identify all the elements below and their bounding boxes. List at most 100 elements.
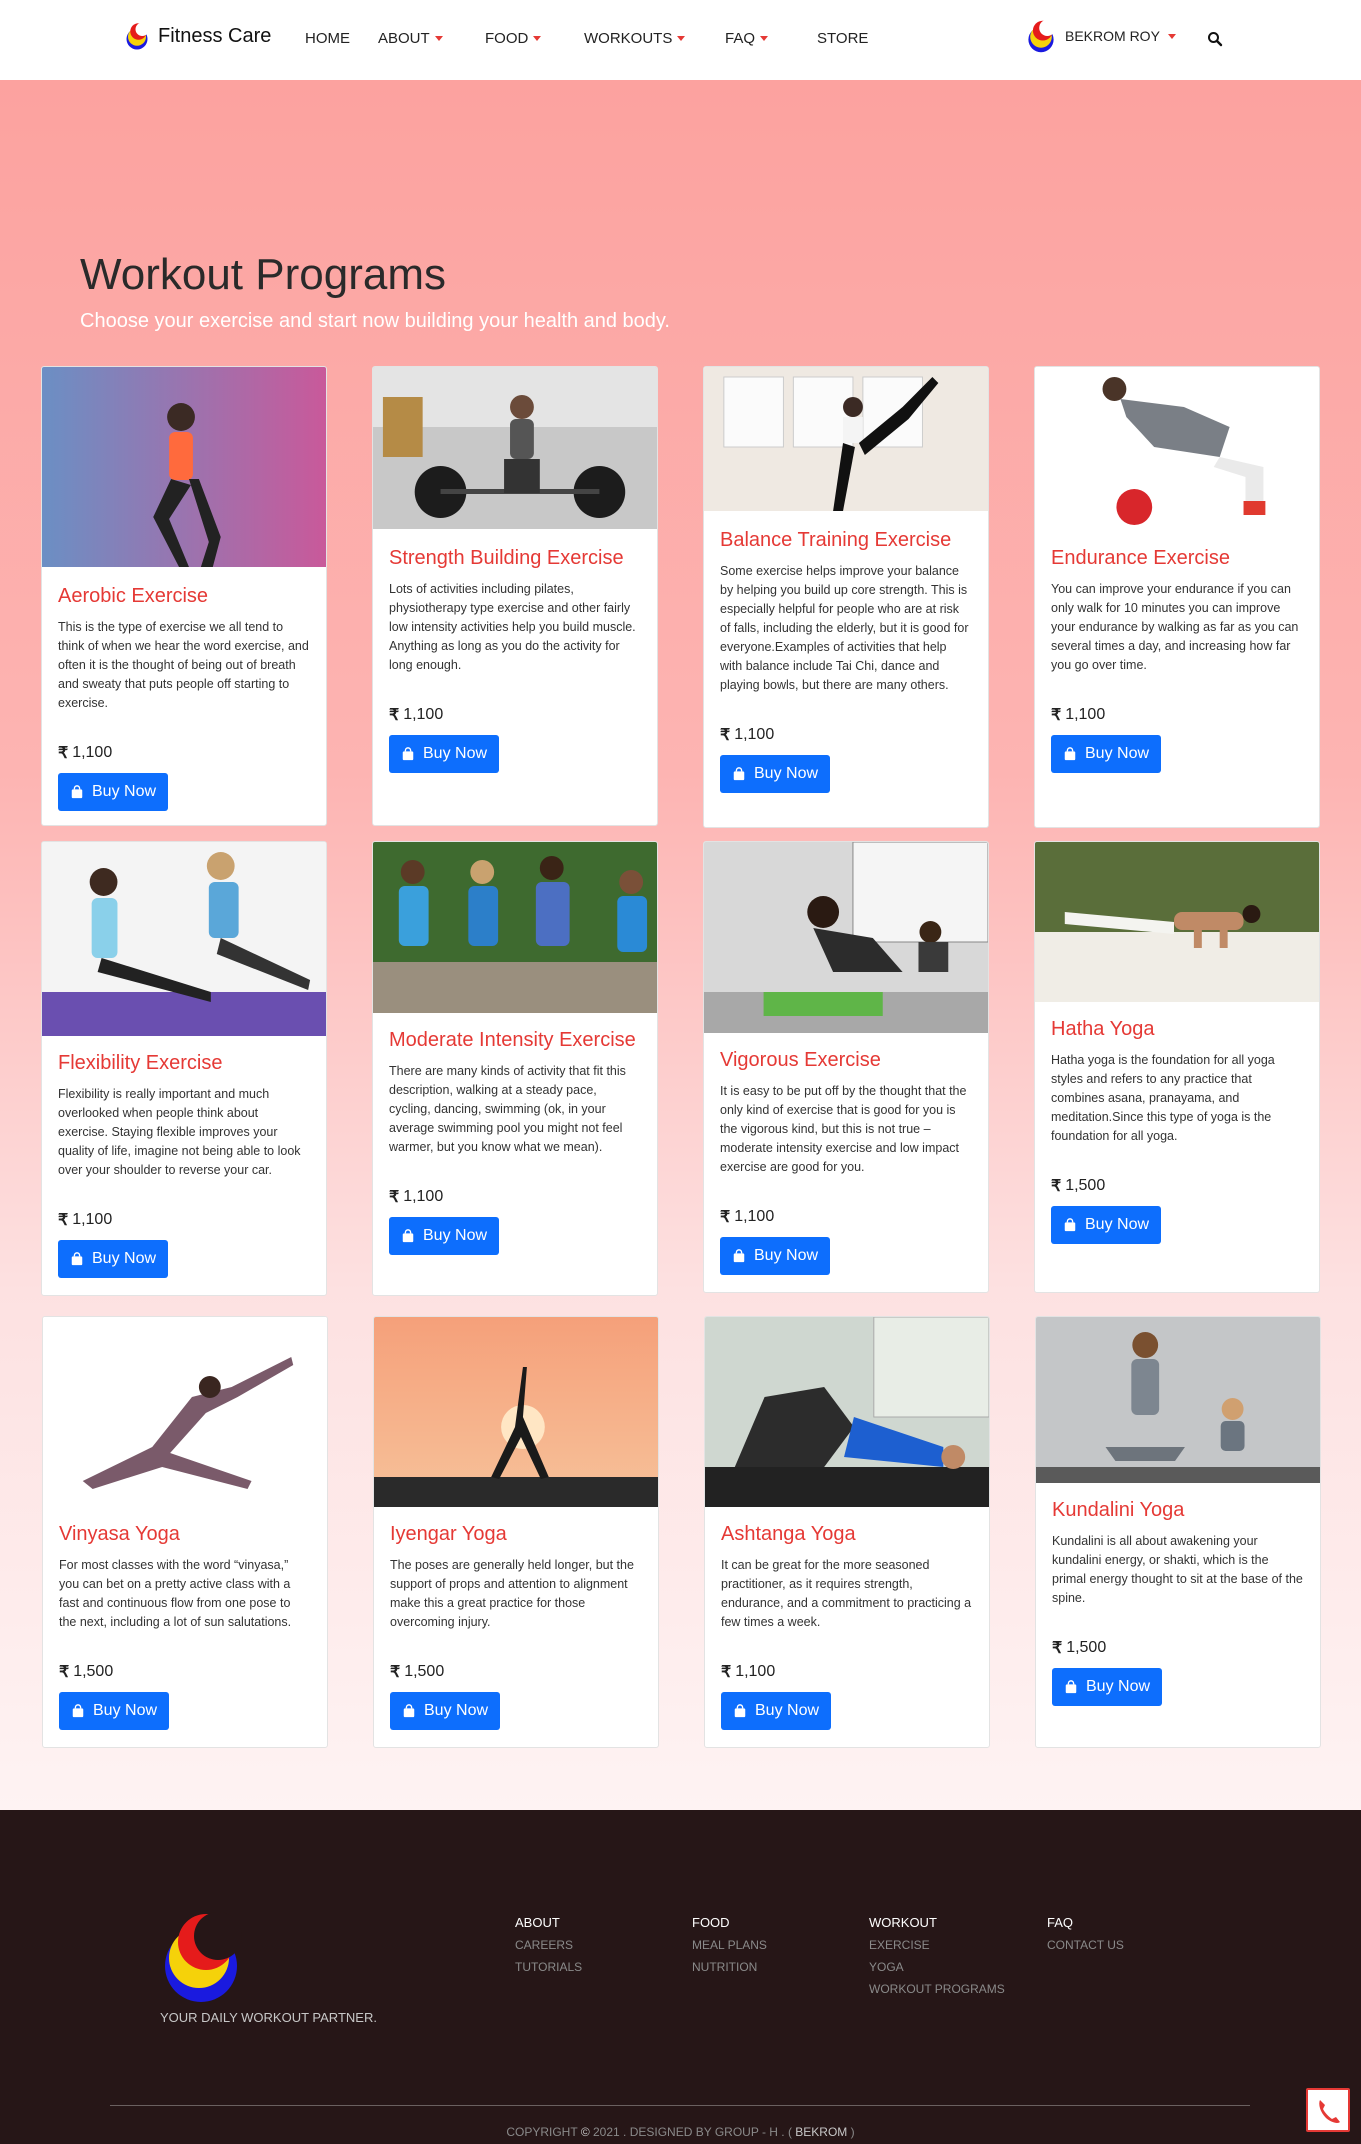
buy-now-button[interactable]: Buy Now xyxy=(1051,735,1162,773)
card-title: Vigorous Exercise xyxy=(720,1049,881,1071)
rupee-icon: ₹ xyxy=(1051,707,1062,724)
brand-name: Fitness Care xyxy=(158,24,272,47)
copyright-name[interactable]: BEKROM xyxy=(795,2125,847,2139)
shopping-bag-icon xyxy=(732,1249,746,1263)
phone-icon xyxy=(1319,2100,1340,2123)
footer-link-careers[interactable]: CAREERS xyxy=(515,1938,582,1952)
buy-now-button[interactable]: Buy Now xyxy=(389,1217,500,1255)
shopping-bag-icon xyxy=(401,1229,415,1243)
mother-child-meditation-photo xyxy=(1036,1317,1320,1483)
page-title: Workout Programs xyxy=(80,250,446,299)
rupee-icon: ₹ xyxy=(390,1664,401,1681)
card-iyengar: Iyengar Yoga The poses are generally hel… xyxy=(373,1316,659,1748)
footer-divider xyxy=(110,2105,1250,2106)
caret-down-icon xyxy=(677,36,686,41)
price-value: 1,500 xyxy=(1065,1177,1106,1194)
user-avatar-icon xyxy=(1028,19,1056,53)
shopping-bag-icon xyxy=(1064,1680,1078,1694)
card-title: Moderate Intensity Exercise xyxy=(389,1029,636,1051)
copyright-text: 2021 . DESIGNED BY GROUP - H . ( xyxy=(593,2125,792,2139)
caret-down-icon xyxy=(1167,33,1176,39)
price: ₹1,100 xyxy=(720,725,972,745)
buy-now-label: Buy Now xyxy=(755,1702,820,1719)
couple-stretching-photo xyxy=(42,842,326,1036)
rupee-icon: ₹ xyxy=(1052,1640,1063,1657)
nav-home[interactable]: HOME xyxy=(305,30,350,47)
men-pushups-photo xyxy=(704,842,988,1033)
search-icon[interactable] xyxy=(1207,31,1223,47)
price: ₹1,500 xyxy=(390,1662,642,1682)
footer-col-food: FOOD MEAL PLANS NUTRITION xyxy=(692,1915,767,1982)
user-menu[interactable]: BEKROM ROY xyxy=(1023,18,1176,54)
buy-now-button[interactable]: Buy Now xyxy=(389,735,500,773)
buy-now-label: Buy Now xyxy=(1086,1678,1151,1695)
card-title: Kundalini Yoga xyxy=(1052,1499,1185,1521)
buy-now-label: Buy Now xyxy=(92,1250,157,1267)
buy-now-button[interactable]: Buy Now xyxy=(1051,1206,1162,1244)
footer-link-nutrition[interactable]: NUTRITION xyxy=(692,1960,767,1974)
buy-now-button[interactable]: Buy Now xyxy=(720,755,831,793)
buy-now-button[interactable]: Buy Now xyxy=(721,1692,832,1730)
price: ₹1,100 xyxy=(1051,705,1303,725)
shopping-bag-icon xyxy=(70,785,84,799)
price-value: 1,100 xyxy=(735,1663,776,1680)
footer-tagline: YOUR DAILY WORKOUT PARTNER. xyxy=(160,2010,377,2025)
nav-food[interactable]: FOOD xyxy=(485,30,542,47)
buy-now-button[interactable]: Buy Now xyxy=(1052,1668,1163,1706)
card-description: It can be great for the more seasoned pr… xyxy=(721,1558,972,1629)
shopping-bag-icon xyxy=(732,767,746,781)
price-value: 1,500 xyxy=(73,1663,114,1680)
footer-link-yoga[interactable]: YOGA xyxy=(869,1960,1005,1974)
card-title: Vinyasa Yoga xyxy=(59,1523,180,1545)
price: ₹1,100 xyxy=(720,1207,972,1227)
rupee-icon: ₹ xyxy=(720,1209,731,1226)
nav-faq[interactable]: FAQ xyxy=(725,30,769,47)
buy-now-button[interactable]: Buy Now xyxy=(59,1692,170,1730)
price-value: 1,100 xyxy=(403,706,444,723)
footer-link-tutorials[interactable]: TUTORIALS xyxy=(515,1960,582,1974)
nav-store[interactable]: STORE xyxy=(817,30,868,47)
price: ₹1,100 xyxy=(58,1210,310,1230)
woman-lunge-pose-photo xyxy=(43,1317,327,1507)
footer-link-meal-plans[interactable]: MEAL PLANS xyxy=(692,1938,767,1952)
footer-logo-icon xyxy=(165,1912,242,2002)
buy-now-button[interactable]: Buy Now xyxy=(58,773,169,811)
footer-link-exercise[interactable]: EXERCISE xyxy=(869,1938,1005,1952)
buy-now-button[interactable]: Buy Now xyxy=(720,1237,831,1275)
price: ₹1,500 xyxy=(1052,1638,1304,1658)
buy-now-label: Buy Now xyxy=(1085,1216,1150,1233)
card-title: Flexibility Exercise xyxy=(58,1052,223,1074)
footer-col-workout: WORKOUT EXERCISE YOGA WORKOUT PROGRAMS xyxy=(869,1915,1005,2004)
buy-now-button[interactable]: Buy Now xyxy=(390,1692,501,1730)
card-flexibility: Flexibility Exercise Flexibility is real… xyxy=(41,841,327,1296)
page-subtitle: Choose your exercise and start now build… xyxy=(80,310,670,332)
card-description: This is the type of exercise we all tend… xyxy=(58,620,309,710)
footer-link-contact-us[interactable]: CONTACT US xyxy=(1047,1938,1124,1952)
card-description: Hatha yoga is the foundation for all yog… xyxy=(1051,1053,1275,1143)
footer-link-workout-programs[interactable]: WORKOUT PROGRAMS xyxy=(869,1982,1005,1996)
nav-workouts[interactable]: WORKOUTS xyxy=(584,30,686,47)
nav-workouts-label: WORKOUTS xyxy=(584,30,673,47)
card-description: Flexibility is really important and much… xyxy=(58,1087,301,1177)
price-value: 1,100 xyxy=(403,1188,444,1205)
buy-now-button[interactable]: Buy Now xyxy=(58,1240,169,1278)
navbar: Fitness Care HOME ABOUT FOOD WORKOUTS FA… xyxy=(0,0,1361,81)
card-moderate: Moderate Intensity Exercise There are ma… xyxy=(372,841,658,1296)
card-description: The poses are generally held longer, but… xyxy=(390,1558,634,1629)
price-value: 1,100 xyxy=(72,1211,113,1228)
price-value: 1,500 xyxy=(1066,1639,1107,1656)
group-walking-photo xyxy=(373,842,657,1013)
price-value: 1,100 xyxy=(734,1208,775,1225)
rupee-icon: ₹ xyxy=(58,1212,69,1229)
card-title: Iyengar Yoga xyxy=(390,1523,507,1545)
brand[interactable]: Fitness Care xyxy=(122,21,271,51)
brand-logo-icon xyxy=(126,22,149,50)
caret-down-icon xyxy=(434,36,443,41)
card-description: Lots of activities including pilates, ph… xyxy=(389,582,636,672)
man-arm-balance-photo xyxy=(1035,842,1319,1002)
rupee-icon: ₹ xyxy=(389,707,400,724)
card-title: Ashtanga Yoga xyxy=(721,1523,856,1545)
phone-call-button[interactable] xyxy=(1306,2088,1350,2132)
rupee-icon: ₹ xyxy=(58,745,69,762)
nav-about[interactable]: ABOUT xyxy=(378,30,443,47)
